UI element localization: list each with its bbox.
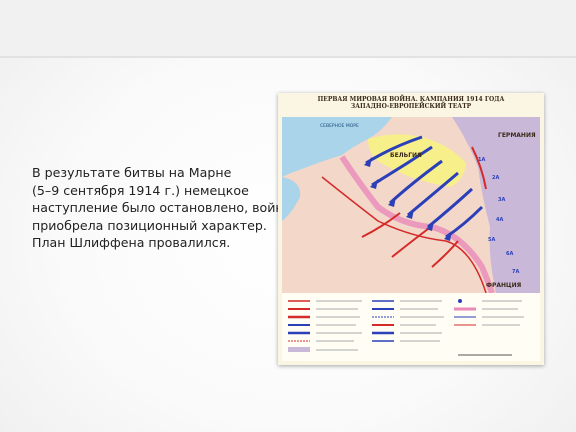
belgium-label: БЕЛЬГИЯ [390, 152, 422, 159]
army-label: 3А [498, 197, 505, 203]
body-text-line: наступление было остановлено, война [32, 200, 292, 215]
body-text-line: (5–9 сентября 1914 г.) немецкое [32, 182, 249, 198]
france-label: ФРАНЦИЯ [486, 282, 522, 289]
army-label: 4А [496, 217, 503, 223]
map-canvas: СЕВЕРНОЕ МОРЕ БЕЛЬГИЯ ГЕРМАНИЯ ФРАНЦИЯ 1… [282, 117, 540, 293]
map-legend [282, 293, 540, 361]
army-label: 6А [506, 251, 513, 257]
slide-body-text: В результате битвы на Марне (5–9 сентябр… [32, 164, 292, 252]
body-text-line: План Шлиффена провалился. [32, 235, 231, 250]
body-text-line: В результате битвы на Марне [32, 165, 232, 180]
slide-header-band [0, 0, 576, 56]
map-title-line2: ЗАПАДНО-ЕВРОПЕЙСКИЙ ТЕАТР [350, 103, 472, 110]
legend-swatch [288, 347, 310, 352]
army-label: 5А [488, 237, 495, 243]
army-label: 7А [512, 269, 519, 275]
legend-background [282, 293, 540, 361]
army-label: 2А [492, 175, 499, 181]
legend-swatch [458, 299, 462, 303]
slide-header-divider [0, 56, 576, 58]
germany-label: ГЕРМАНИЯ [498, 132, 536, 139]
body-text-line: приобрела позиционный характер. [32, 217, 267, 233]
map-title-line1: ПЕРВАЯ МИРОВАЯ ВОЙНА. КАМПАНИЯ 1914 ГОДА [317, 96, 505, 103]
war-map-image: ПЕРВАЯ МИРОВАЯ ВОЙНА. КАМПАНИЯ 1914 ГОДА… [278, 93, 544, 365]
sea-label: СЕВЕРНОЕ МОРЕ [320, 123, 359, 129]
slide-background: В результате битвы на Марне (5–9 сентябр… [0, 0, 576, 432]
army-label: 1А [478, 157, 485, 163]
map-title: ПЕРВАЯ МИРОВАЯ ВОЙНА. КАМПАНИЯ 1914 ГОДА… [278, 96, 544, 110]
